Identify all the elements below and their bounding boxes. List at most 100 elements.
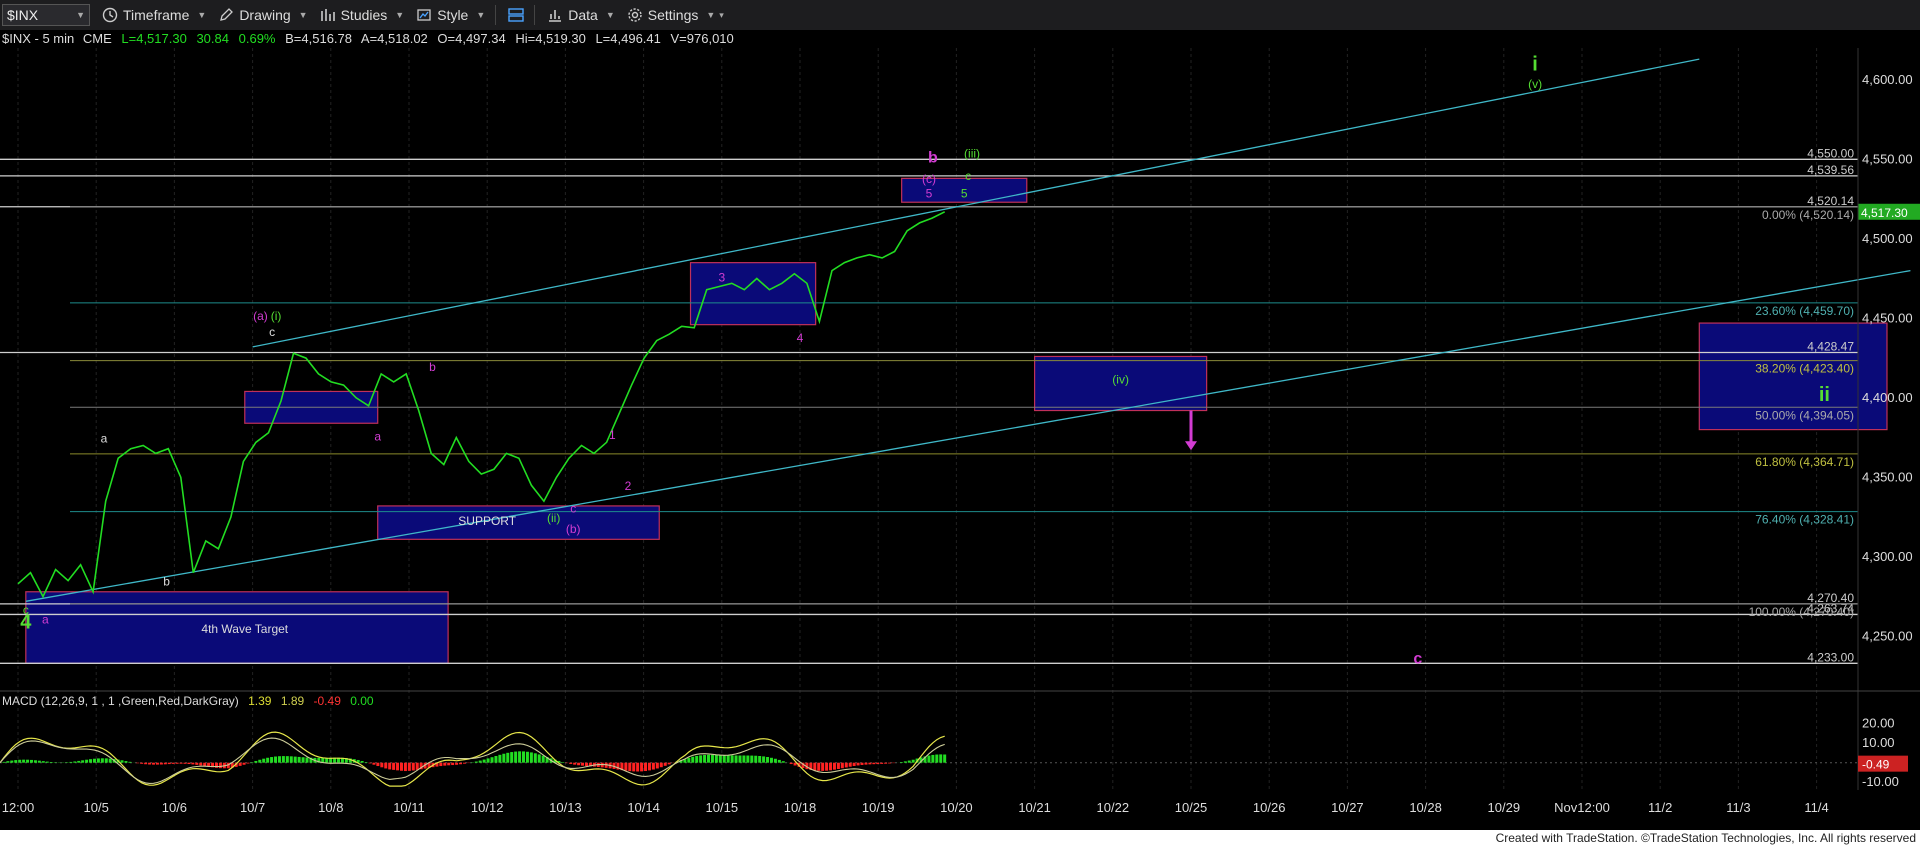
gear-icon (628, 8, 642, 22)
data-menu[interactable]: Data ▼ (547, 7, 615, 23)
macd-v1: 1.39 (248, 694, 272, 708)
style-label: Style (437, 7, 469, 23)
style-menu[interactable]: Style ▼ (416, 7, 485, 23)
wave-label: c (965, 169, 971, 183)
fib-label: 100.00% (4,270.40) (1749, 605, 1854, 619)
studies-menu[interactable]: Studies ▼ (320, 7, 405, 23)
y-tick-label: 4,350.00 (1862, 469, 1913, 484)
x-tick-label: 10/26 (1253, 800, 1286, 815)
fib-label: 76.40% (4,328.41) (1755, 513, 1854, 527)
wave-label: b (163, 574, 170, 588)
wave-label: (a) (253, 309, 268, 323)
macd-tick-label: 20.00 (1862, 716, 1895, 731)
info-ask: A=4,518.02 (361, 31, 428, 46)
info-symbol: $INX - 5 min (2, 31, 74, 46)
x-tick-label: 10/22 (1097, 800, 1130, 815)
x-tick-label: 10/29 (1488, 800, 1521, 815)
x-tick-label: 10/19 (862, 800, 895, 815)
wave-label: (b) (566, 522, 581, 536)
level-label: 4,428.47 (1807, 340, 1854, 354)
x-tick-label: 10/15 (706, 800, 739, 815)
wave-label: 5 (926, 186, 933, 200)
macd-tick-label: 10.00 (1862, 735, 1895, 750)
macd-header: MACD (12,26,9, 1 , 1 ,Green,Red,DarkGray… (2, 694, 374, 708)
info-line: $INX - 5 min CME L=4,517.30 30.84 0.69% … (2, 31, 734, 46)
wave-label: (c) (922, 172, 936, 186)
macd-v3: -0.49 (314, 694, 342, 708)
studies-icon (320, 9, 335, 21)
info-change-pct: 0.69% (239, 31, 276, 46)
level-label: 4,233.00 (1807, 650, 1854, 664)
wave-label: 5 (961, 186, 968, 200)
pencil-icon (220, 8, 234, 21)
info-change: 30.84 (196, 31, 229, 46)
studies-label: Studies (340, 7, 388, 23)
wave-label: (i) (271, 309, 282, 323)
layout-button[interactable] (508, 7, 524, 23)
macd-v4: 0.00 (350, 694, 374, 708)
settings-menu[interactable]: Settings ▼ ▾ (627, 7, 724, 23)
last-price-label: 4,517.30 (1861, 206, 1908, 220)
info-last: L=4,517.30 (121, 31, 186, 46)
caret-small-icon: ▾ (719, 9, 724, 20)
x-tick-label: 11/3 (1726, 800, 1750, 815)
y-tick-label: 4,300.00 (1862, 549, 1913, 564)
x-tick-label: 11/4 (1804, 800, 1828, 815)
info-low: L=4,496.41 (595, 31, 660, 46)
caret-down-icon: ▼ (605, 10, 615, 20)
fib-label: 61.80% (4,364.71) (1755, 455, 1854, 469)
fib-label: 38.20% (4,423.40) (1755, 362, 1854, 376)
clock-icon (102, 7, 118, 23)
caret-down-icon: ▼ (706, 10, 716, 20)
symbol-selector[interactable]: $INX ▼ (2, 4, 90, 26)
info-exchange: CME (83, 31, 112, 46)
timeframe-label: Timeframe (123, 7, 190, 23)
wave-label: SUPPORT (458, 514, 516, 528)
y-tick-label: 4,500.00 (1862, 231, 1913, 246)
x-tick-label: 10/21 (1018, 800, 1051, 815)
wave-label: i (1532, 53, 1538, 75)
level-label: 4,550.00 (1807, 146, 1854, 160)
x-tick-label: 10/18 (784, 800, 817, 815)
zone-box (689, 262, 817, 326)
wave-label: a (374, 430, 381, 444)
wave-label: 1 (609, 428, 616, 442)
fib-label: 23.60% (4,459.70) (1755, 304, 1854, 318)
wave-label: b (429, 360, 436, 374)
toolbar-divider (495, 5, 497, 25)
chart-background (0, 30, 1920, 830)
x-tick-label: 10/11 (393, 800, 425, 815)
timeframe-menu[interactable]: Timeframe ▼ (102, 7, 206, 23)
y-tick-label: 4,600.00 (1862, 72, 1913, 87)
x-tick-label: 10/6 (162, 800, 187, 815)
wave-label: 4th Wave Target (201, 622, 288, 636)
macd-tick-label: -10.00 (1862, 774, 1899, 789)
price-chart[interactable]: $INX - 5 min CME L=4,517.30 30.84 0.69% … (0, 30, 1920, 830)
layout-icon (508, 8, 524, 22)
info-bid: B=4,516.78 (285, 31, 352, 46)
drawing-menu[interactable]: Drawing ▼ (218, 7, 308, 23)
toolbar-divider (534, 5, 536, 25)
x-tick-label: 10/8 (318, 800, 343, 815)
fib-label: 50.00% (4,394.05) (1755, 408, 1854, 422)
fib-label: 0.00% (4,520.14) (1762, 208, 1854, 222)
data-label: Data (568, 7, 598, 23)
wave-label: (iv) (1112, 372, 1129, 386)
y-tick-label: 4,450.00 (1862, 310, 1913, 325)
style-icon (417, 9, 431, 21)
x-tick-label: 10/12 (471, 800, 504, 815)
drawing-label: Drawing (239, 7, 291, 23)
x-tick-label: Nov12:00 (1554, 800, 1610, 815)
wave-label: ii (1819, 384, 1830, 406)
macd-v2: 1.89 (281, 694, 305, 708)
wave-label: (ii) (547, 511, 560, 525)
caret-down-icon: ▼ (476, 10, 486, 20)
y-tick-label: 4,550.00 (1862, 151, 1913, 166)
y-tick-label: 4,400.00 (1862, 390, 1913, 405)
level-label: 4,539.56 (1807, 163, 1854, 177)
caret-down-icon: ▼ (395, 10, 405, 20)
wave-label: (v) (1528, 77, 1542, 91)
macd-label: MACD (12,26,9, 1 , 1 ,Green,Red,DarkGray… (2, 694, 239, 708)
x-tick-label: 10/14 (627, 800, 660, 815)
x-tick-label: 12:00 (2, 800, 35, 815)
